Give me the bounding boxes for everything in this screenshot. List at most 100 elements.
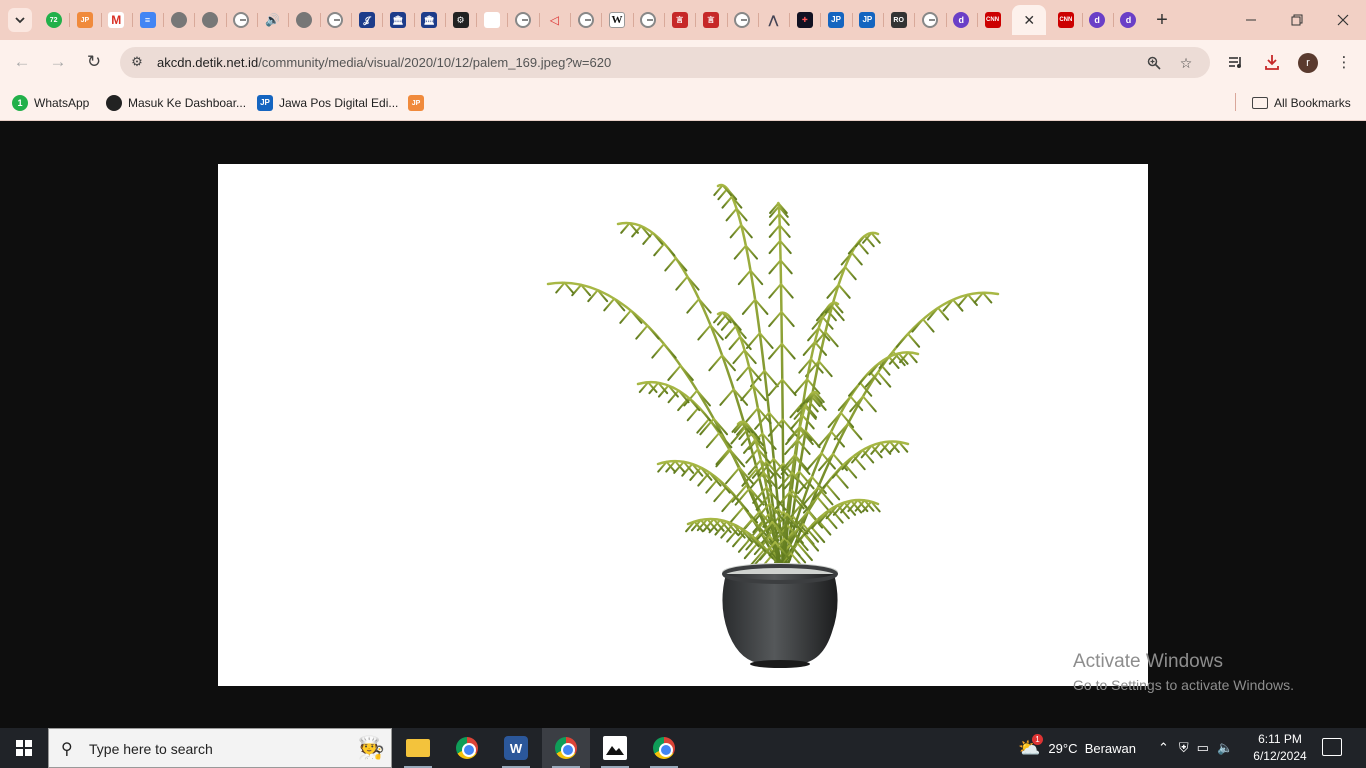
tab[interactable]: 言 xyxy=(663,5,695,35)
tab[interactable]: 72 xyxy=(38,5,69,35)
minimize-icon xyxy=(1246,19,1256,21)
tab[interactable] xyxy=(632,5,664,35)
profile-avatar[interactable]: r xyxy=(1298,53,1318,73)
tab[interactable]: 🔊 xyxy=(257,5,288,35)
tab[interactable]: 𝒥 xyxy=(350,5,382,35)
palm-plant-image[interactable] xyxy=(218,164,1148,686)
address-bar[interactable]: ⚙ akcdn.detik.net.id/community/media/vis… xyxy=(120,47,1210,78)
globe-icon xyxy=(296,12,313,28)
tab-list: 72 JP M ≡ 🔊 𝒥 🏛 🏛 ⚙ ◁ W 言言 ⋀ ✚ JP JP RO d CNN ✕ CNN d d xyxy=(38,5,1144,35)
taskbar-file-explorer[interactable] xyxy=(394,728,442,768)
tab[interactable] xyxy=(319,5,351,35)
start-button[interactable] xyxy=(0,728,48,768)
google-icon xyxy=(640,12,657,28)
tab[interactable]: CNN xyxy=(1050,5,1081,35)
close-icon xyxy=(1337,14,1349,26)
close-tab-icon[interactable]: ✕ xyxy=(1023,12,1035,29)
tab[interactable] xyxy=(507,5,538,35)
tab[interactable]: JP xyxy=(820,5,851,35)
site-info-icon[interactable]: ⚙ xyxy=(128,53,146,71)
palm-plant-illustration xyxy=(546,183,1000,668)
bookmark-jawapos-2[interactable]: JP xyxy=(408,93,424,113)
tab[interactable]: ⋀ xyxy=(757,5,789,35)
activate-windows-watermark: Activate Windows Go to Settings to activ… xyxy=(1073,651,1294,693)
tab[interactable]: M xyxy=(100,5,132,35)
tab[interactable] xyxy=(726,5,758,35)
all-bookmarks-button[interactable]: All Bookmarks xyxy=(1252,93,1351,113)
tab[interactable]: ⚙ xyxy=(444,5,476,35)
gmail-icon: M xyxy=(108,12,125,28)
toolbar: ← → ↻ ⚙ akcdn.detik.net.id/community/med… xyxy=(0,40,1366,85)
blank-page-icon xyxy=(483,12,500,28)
bookmark-label: Masuk Ke Dashboar... xyxy=(128,96,247,110)
cnn-icon: CNN xyxy=(984,12,1001,28)
tab[interactable] xyxy=(914,5,945,35)
jawapos-icon: JP xyxy=(408,95,424,111)
tab[interactable] xyxy=(476,5,507,35)
notification-icon[interactable] xyxy=(1322,738,1342,756)
security-icon[interactable]: ⛨ xyxy=(1179,740,1189,756)
bookmark-dashboard[interactable]: Masuk Ke Dashboar... xyxy=(106,93,246,113)
more-menu-icon[interactable]: ⋮ xyxy=(1333,51,1355,73)
tab[interactable]: JP xyxy=(851,5,883,35)
bookmark-whatsapp[interactable]: 1 WhatsApp xyxy=(12,93,89,113)
taskbar-chrome[interactable] xyxy=(443,728,491,768)
jawapos-icon: JP xyxy=(828,12,845,28)
taskbar-search[interactable]: ⚲ Type here to search 🧑‍🍳 xyxy=(48,728,392,768)
tab[interactable]: W xyxy=(601,5,632,35)
tab[interactable]: CNN xyxy=(976,5,1008,35)
active-tab[interactable]: ✕ xyxy=(1012,5,1047,35)
close-window-button[interactable] xyxy=(1320,0,1366,40)
volume-icon[interactable]: 🔈 xyxy=(1217,740,1233,756)
tab[interactable]: 言 xyxy=(695,5,726,35)
chevron-down-icon xyxy=(15,17,25,24)
bookmark-jawapos[interactable]: JP Jawa Pos Digital Edi... xyxy=(257,93,398,113)
url-text[interactable]: akcdn.detik.net.id/community/media/visua… xyxy=(157,55,611,70)
tab[interactable]: ✚ xyxy=(789,5,820,35)
url-host: akcdn.detik.net.id xyxy=(157,55,259,70)
arrow-left-icon: ← xyxy=(13,52,31,71)
taskbar-photos[interactable] xyxy=(591,728,639,768)
weather-widget[interactable]: ⛅ 1 29°C Berawan xyxy=(1018,728,1136,768)
tab[interactable]: JP xyxy=(69,5,100,35)
zoom-icon[interactable] xyxy=(1144,53,1164,73)
tab[interactable]: 🏛 xyxy=(382,5,413,35)
tab[interactable] xyxy=(194,5,225,35)
tab[interactable] xyxy=(163,5,194,35)
minimize-button[interactable] xyxy=(1228,0,1274,40)
tab[interactable]: ≡ xyxy=(131,5,163,35)
tab[interactable]: ◁ xyxy=(538,5,570,35)
red-badge-icon: 言 xyxy=(671,12,688,28)
reload-button[interactable]: ↻ xyxy=(80,48,108,76)
google-icon xyxy=(734,12,751,28)
university-icon: 🏛 xyxy=(421,12,438,28)
forward-button[interactable]: → xyxy=(44,48,72,76)
news-icon: ✚ xyxy=(796,12,813,28)
arrow-icon: ◁ xyxy=(549,13,559,27)
new-tab-button[interactable]: + xyxy=(1150,8,1174,32)
tab[interactable]: 🏛 xyxy=(413,5,445,35)
clock[interactable]: 6:11 PM 6/12/2024 xyxy=(1248,731,1312,765)
download-icon[interactable] xyxy=(1261,51,1283,73)
bookmark-star-icon[interactable]: ☆ xyxy=(1176,53,1196,73)
taskbar-chrome-profile[interactable] xyxy=(542,728,590,768)
network-icon[interactable]: ▭ xyxy=(1197,740,1209,756)
whatsapp-icon: 1 xyxy=(12,95,28,111)
taskbar-chrome-2[interactable] xyxy=(640,728,688,768)
tab[interactable]: d xyxy=(945,5,977,35)
tab[interactable]: RO xyxy=(883,5,914,35)
tab[interactable]: d xyxy=(1081,5,1113,35)
restore-button[interactable] xyxy=(1274,0,1320,40)
tab[interactable] xyxy=(225,5,257,35)
jawapos-icon: JP xyxy=(859,12,876,28)
tab[interactable] xyxy=(570,5,601,35)
bookmark-label: WhatsApp xyxy=(34,96,90,110)
tab[interactable] xyxy=(288,5,319,35)
taskbar-word[interactable]: W xyxy=(492,728,540,768)
watermark-subtitle: Go to Settings to activate Windows. xyxy=(1073,677,1294,693)
chevron-up-icon[interactable]: ⌃ xyxy=(1158,740,1169,756)
tab[interactable]: d xyxy=(1112,5,1144,35)
back-button[interactable]: ← xyxy=(8,48,36,76)
media-controls-icon[interactable] xyxy=(1225,51,1247,73)
tab-search-button[interactable] xyxy=(8,8,32,32)
